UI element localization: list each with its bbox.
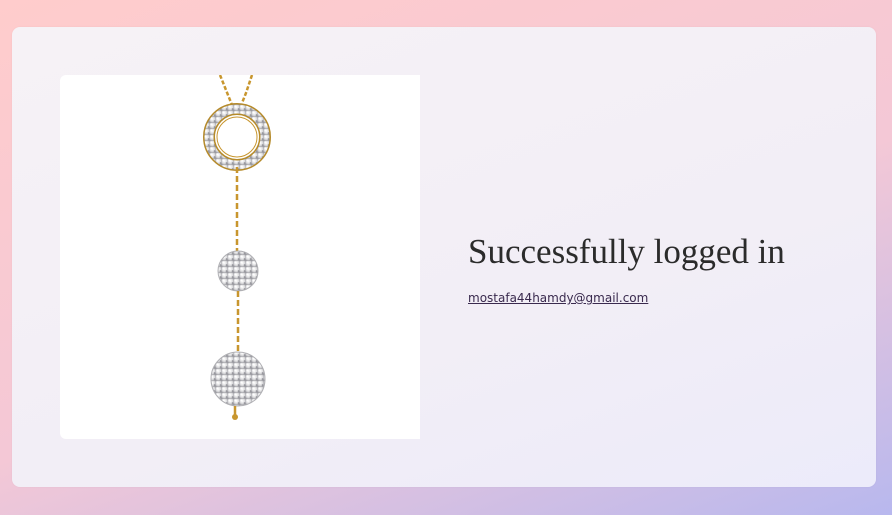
email-link[interactable]: mostafa44hamdy@gmail.com <box>468 291 648 305</box>
page-title: Successfully logged in <box>468 232 785 271</box>
necklace-image <box>203 75 271 420</box>
product-image <box>60 75 420 439</box>
login-success-card: Successfully logged in mostafa44hamdy@gm… <box>12 27 876 487</box>
login-status: Successfully logged in mostafa44hamdy@gm… <box>468 231 828 307</box>
